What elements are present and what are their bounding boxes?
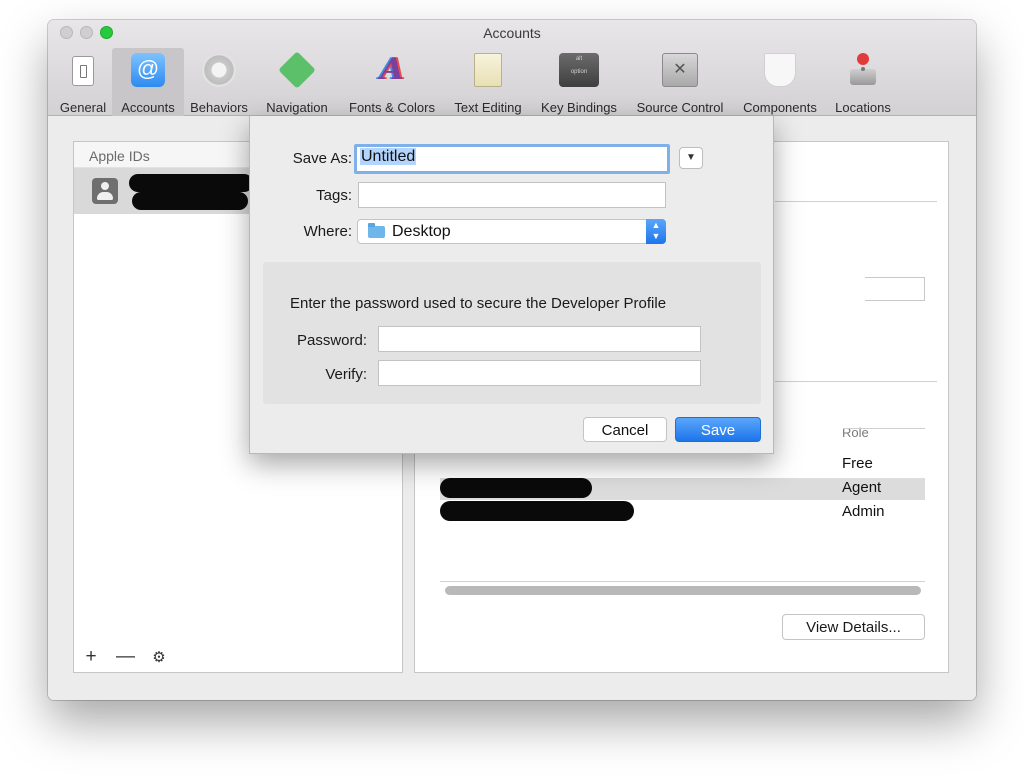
at-sign-icon: @ (131, 53, 165, 87)
list-footer: + — ⚙ (82, 646, 168, 668)
remove-account-button[interactable]: — (116, 646, 135, 668)
tab-label: Fonts & Colors (349, 100, 435, 115)
horizontal-scrollbar[interactable] (445, 586, 921, 595)
tab-navigation[interactable]: Navigation (254, 48, 340, 116)
cancel-button[interactable]: Cancel (583, 417, 667, 442)
tab-accounts[interactable]: @ Accounts (112, 48, 184, 116)
tab-label: Behaviors (190, 100, 248, 115)
window-title: Accounts (483, 25, 541, 41)
password-label: Password: (296, 332, 367, 349)
navigation-arrows-icon (278, 51, 316, 89)
tags-field[interactable] (358, 182, 666, 208)
preferences-toolbar: General @ Accounts Behaviors Navigation … (54, 48, 900, 116)
user-avatar-icon (92, 178, 118, 204)
view-details-button[interactable]: View Details... (782, 614, 925, 640)
save-sheet: Save As: Untitled ▼ Tags: Where: Desktop… (249, 116, 774, 454)
divider (440, 581, 925, 582)
chevron-up-down-icon: ▲ ▼ (646, 219, 666, 244)
divider (775, 201, 937, 202)
tab-label: Accounts (121, 100, 175, 115)
tab-locations[interactable]: Locations (826, 48, 900, 116)
joystick-icon (846, 53, 880, 87)
divider (775, 381, 937, 382)
redacted-team-name (440, 501, 634, 521)
source-control-icon (662, 53, 698, 87)
tab-label: Components (743, 100, 817, 115)
fonts-colors-icon: A (380, 52, 404, 87)
gear-icon[interactable]: ⚙ (150, 648, 168, 666)
tab-label: General (59, 100, 107, 115)
tab-key-bindings[interactable]: alt option Key Bindings (532, 48, 626, 116)
redacted-account-email (132, 192, 248, 210)
key-top-label: alt (575, 56, 583, 62)
tab-label: Navigation (266, 100, 328, 115)
tab-label: Key Bindings (541, 100, 617, 115)
components-icon (764, 53, 796, 87)
verify-field[interactable] (378, 360, 701, 386)
key-bottom-label: option (570, 69, 588, 75)
password-instructions: Enter the password used to secure the De… (290, 295, 667, 312)
save-as-field[interactable]: Untitled (354, 144, 670, 174)
role-cell: Agent (842, 479, 882, 496)
password-field[interactable] (378, 326, 701, 352)
column-header-divider (843, 428, 925, 429)
save-as-label: Save As: (292, 150, 352, 167)
tab-label: Text Editing (454, 100, 522, 115)
tab-fonts-colors[interactable]: A Fonts & Colors (340, 48, 444, 116)
general-icon (72, 56, 94, 86)
keyboard-key-icon: alt option (559, 53, 599, 87)
folder-icon (368, 223, 385, 238)
where-value: Desktop (392, 223, 451, 240)
tab-source-control[interactable]: Source Control (626, 48, 734, 116)
where-label: Where: (303, 223, 352, 240)
chevron-down-icon[interactable]: ▼ (679, 147, 703, 169)
verify-label: Verify: (325, 366, 367, 383)
redacted-team-name (440, 478, 592, 498)
save-button[interactable]: Save (675, 417, 761, 442)
redacted-account-name (129, 174, 253, 192)
developer-profile-password-box: Enter the password used to secure the De… (263, 262, 761, 404)
role-cell: Free (842, 455, 873, 472)
tab-label: Source Control (636, 100, 724, 115)
detail-text-field[interactable] (865, 277, 925, 301)
text-editing-icon (474, 53, 502, 87)
role-cell: Admin (842, 503, 885, 520)
add-account-button[interactable]: + (82, 646, 100, 668)
tab-text-editing[interactable]: Text Editing (444, 48, 532, 116)
save-as-value: Untitled (360, 148, 417, 165)
tab-general[interactable]: General (54, 48, 112, 116)
tags-label: Tags: (316, 187, 352, 204)
tab-behaviors[interactable]: Behaviors (184, 48, 254, 116)
tab-label: Locations (835, 100, 891, 115)
where-popup[interactable]: Desktop ▲ ▼ (357, 219, 666, 244)
tab-components[interactable]: Components (734, 48, 826, 116)
gear-icon (202, 53, 236, 87)
title-bar: Accounts General @ Accounts Behaviors Na… (48, 20, 976, 116)
